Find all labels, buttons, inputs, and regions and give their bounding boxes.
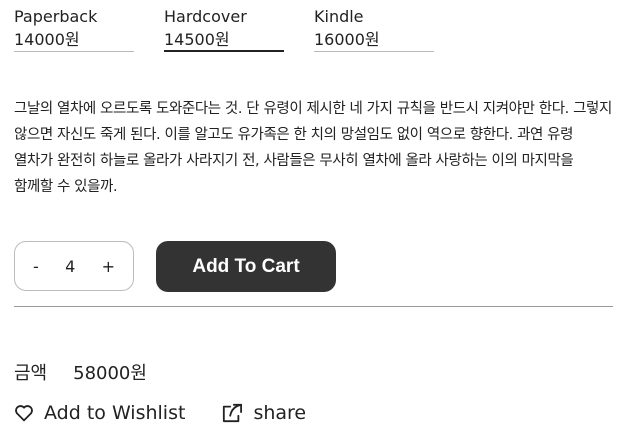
format-option-kindle[interactable]: Kindle 16000원: [314, 0, 434, 52]
total-value: 58000원: [73, 363, 147, 384]
share-icon: [223, 403, 243, 423]
format-price: 14500원: [164, 30, 230, 49]
share-link[interactable]: share: [221, 402, 306, 424]
format-name: Paperback: [14, 7, 98, 26]
format-option-paperback[interactable]: Paperback 14000원: [14, 0, 134, 52]
product-description: 그날의 열차에 오르도록 도와준다는 것. 단 유령이 제시한 네 가지 규칙을…: [14, 101, 612, 195]
format-options: Paperback 14000원 Hardcover 14500원 Kindle…: [14, 0, 464, 52]
total-price: 금액 58000원: [14, 359, 147, 385]
format-price: 14000원: [14, 30, 80, 49]
quantity-stepper: - 4 +: [14, 241, 134, 291]
wishlist-label: Add to Wishlist: [44, 402, 186, 424]
product-actions: Add to Wishlist share: [14, 402, 342, 424]
format-name: Hardcover: [164, 7, 247, 26]
divider: [14, 306, 613, 307]
quantity-value: 4: [65, 256, 76, 276]
total-label: 금액: [14, 363, 48, 384]
decrease-button[interactable]: -: [33, 257, 39, 276]
add-to-cart-button[interactable]: Add To Cart: [156, 241, 336, 292]
format-name: Kindle: [314, 7, 364, 26]
increase-button[interactable]: +: [102, 257, 115, 276]
add-to-wishlist-link[interactable]: Add to Wishlist: [14, 402, 185, 424]
heart-icon: [15, 405, 33, 422]
format-price: 16000원: [314, 30, 380, 49]
format-option-hardcover[interactable]: Hardcover 14500원: [164, 0, 284, 52]
share-label: share: [253, 402, 307, 424]
